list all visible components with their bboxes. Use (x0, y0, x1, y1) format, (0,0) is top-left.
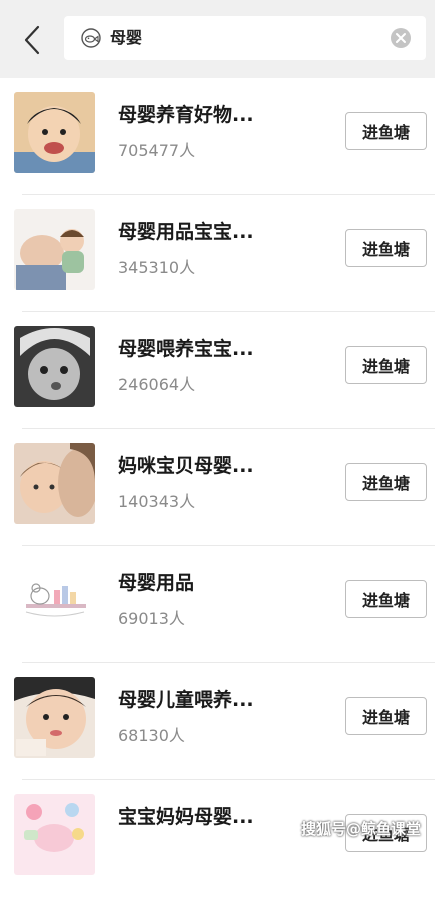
list-item[interactable]: 母婴喂养宝宝... 246064人 进鱼塘 (0, 312, 435, 429)
member-count: 68130人 (118, 725, 185, 747)
join-pond-button[interactable]: 进鱼塘 (345, 697, 427, 735)
group-avatar (14, 326, 95, 407)
member-count: 140343人 (118, 491, 195, 513)
join-pond-button[interactable]: 进鱼塘 (345, 112, 427, 150)
list-item[interactable]: 母婴用品 69013人 进鱼塘 (0, 546, 435, 663)
group-name: 妈咪宝贝母婴... (118, 453, 254, 479)
group-name: 母婴用品宝宝... (118, 219, 254, 245)
member-count: 246064人 (118, 374, 195, 396)
join-pond-button[interactable]: 进鱼塘 (345, 346, 427, 384)
list-item[interactable]: 妈咪宝贝母婴... 140343人 进鱼塘 (0, 429, 435, 546)
group-avatar (14, 560, 95, 641)
group-avatar (14, 794, 95, 875)
fish-pond-icon (80, 27, 102, 49)
group-name: 母婴用品 (118, 570, 194, 596)
group-avatar (14, 677, 95, 758)
watermark: 搜狐号@鲸鱼课堂 (301, 818, 421, 839)
search-input[interactable]: 母婴 (110, 27, 142, 49)
member-count: 705477人 (118, 140, 195, 162)
group-name: 母婴儿童喂养... (118, 687, 254, 713)
back-button[interactable] (14, 20, 50, 60)
clear-icon[interactable] (390, 27, 412, 49)
list-item[interactable]: 母婴养育好物... 705477人 进鱼塘 (0, 78, 435, 195)
list-item[interactable]: 母婴儿童喂养... 68130人 进鱼塘 (0, 663, 435, 780)
list-item[interactable]: 母婴用品宝宝... 345310人 进鱼塘 (0, 195, 435, 312)
group-avatar (14, 92, 95, 173)
member-count: 345310人 (118, 257, 195, 279)
chevron-left-icon (22, 24, 42, 56)
search-bar[interactable]: 母婴 (64, 16, 426, 60)
member-count: 69013人 (118, 608, 185, 630)
group-name: 母婴养育好物... (118, 102, 254, 128)
top-bar: 母婴 (0, 0, 435, 78)
join-pond-button[interactable]: 进鱼塘 (345, 463, 427, 501)
group-name: 母婴喂养宝宝... (118, 336, 254, 362)
join-pond-button[interactable]: 进鱼塘 (345, 580, 427, 618)
group-avatar (14, 209, 95, 290)
join-pond-button[interactable]: 进鱼塘 (345, 229, 427, 267)
group-name: 宝宝妈妈母婴... (118, 804, 254, 830)
group-avatar (14, 443, 95, 524)
